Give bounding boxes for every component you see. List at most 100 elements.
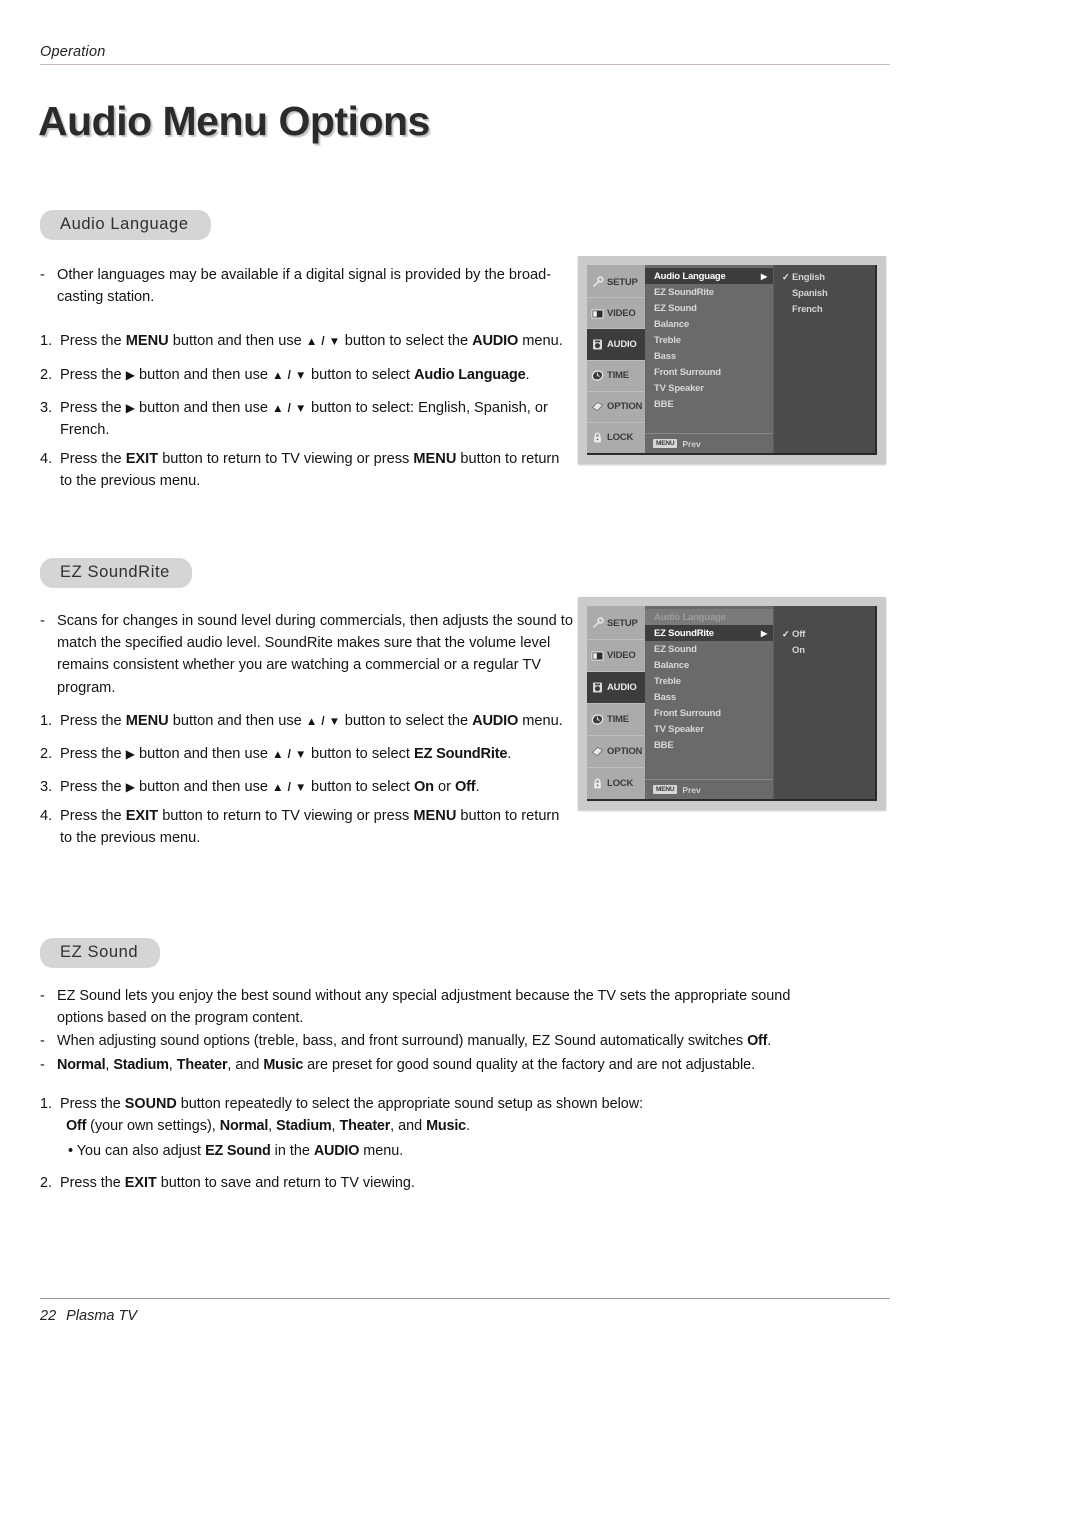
step-number: 4. — [40, 808, 53, 825]
right-arrow-icon: ▶ — [125, 780, 135, 795]
step-text-part: menu. — [518, 712, 563, 729]
osd-sidebar: SETUP VIDEO AUDIO TIME OPTION LOCK — [587, 265, 645, 453]
osd-sidebar-item-setup[interactable]: SETUP — [587, 267, 645, 299]
clock-icon — [591, 369, 604, 382]
step-1: 1. Press the MENU button and then use ▲ … — [40, 710, 575, 732]
osd-menu-item-tv-speaker[interactable]: TV Speaker — [645, 380, 773, 396]
osd-menu-item-ez-soundrite[interactable]: EZ SoundRite ▶ — [645, 625, 773, 641]
step-number: 2. — [40, 1175, 53, 1192]
section-heading-wrap: EZ SoundRite — [40, 558, 575, 588]
osd-sidebar-label: OPTION — [607, 746, 643, 757]
osd-option-label: Spanish — [792, 287, 828, 299]
osd-menu-item-treble[interactable]: Treble — [645, 673, 773, 689]
osd-sidebar-item-lock[interactable]: LOCK — [587, 423, 645, 453]
osd-menu-item-treble[interactable]: Treble — [645, 332, 773, 348]
right-arrow-icon: ▶ — [125, 746, 135, 761]
dash-item: - Other languages may be available if a … — [40, 264, 570, 308]
dash-marker: - — [40, 988, 45, 1004]
osd-option-french[interactable]: French — [782, 301, 875, 317]
osd-menu-item-label: TV Speaker — [654, 382, 704, 394]
step-text: Press the EXIT button to return to TV vi… — [60, 805, 575, 849]
step-text-part: , — [331, 1118, 340, 1135]
step-text-part: button and then use — [168, 712, 306, 729]
dash-item: - EZ Sound lets you enjoy the best sound… — [40, 986, 830, 1029]
osd-menu-item-label: Treble — [654, 675, 681, 687]
osd-menu-item-balance[interactable]: Balance — [645, 316, 773, 332]
osd-menu-item-bbe[interactable]: BBE — [645, 396, 773, 412]
osd-menu-footer: MENU Prev — [645, 433, 773, 453]
step-text: Press the SOUND button repeatedly to sel… — [60, 1094, 643, 1162]
step-text-part: button to select — [306, 779, 415, 796]
osd-menu-item-bass[interactable]: Bass — [645, 348, 773, 364]
step-number: 1. — [40, 1096, 53, 1113]
osd-sidebar-item-setup[interactable]: SETUP — [587, 608, 645, 640]
updown-arrows-icon: ▲ / ▼ — [272, 402, 307, 415]
osd-option-off[interactable]: ✓ Off — [782, 626, 875, 642]
osd-sidebar-item-video[interactable]: VIDEO — [587, 640, 645, 672]
section-body-ez-sound: - EZ Sound lets you enjoy the best sound… — [40, 986, 830, 1195]
dash-text: Normal, Stadium, Theater, and Music are … — [57, 1055, 755, 1077]
osd-sidebar-label: AUDIO — [607, 682, 637, 693]
step-text-part: button to save and return to TV viewing. — [156, 1175, 415, 1192]
section-ez-soundrite: EZ SoundRite - Scans for changes in soun… — [40, 558, 575, 850]
osd-menu-item-audio-language[interactable]: Audio Language ▶ — [645, 268, 773, 284]
step-text-part: Press the — [60, 745, 126, 762]
step-text-part: Press the — [60, 779, 126, 796]
step-text: Press the EXIT button to save and return… — [60, 1173, 415, 1195]
step-text-part: Press the — [60, 1175, 125, 1192]
osd-menu-item-bass[interactable]: Bass — [645, 689, 773, 705]
osd-options-panel: ✓ English Spanish French — [773, 265, 875, 453]
osd-menu-item-tv-speaker[interactable]: TV Speaker — [645, 721, 773, 737]
osd-option-spanish[interactable]: Spanish — [782, 285, 875, 301]
updown-arrows-icon: ▲ / ▼ — [305, 715, 341, 728]
section-heading-wrap: EZ Sound — [40, 938, 830, 968]
ez-sound-label: EZ Sound — [205, 1142, 271, 1159]
section-audio-language: Audio Language - Other languages may be … — [40, 210, 570, 492]
osd-menu-item-balance[interactable]: Balance — [645, 657, 773, 673]
menu-key: MENU — [125, 712, 169, 729]
dash-text: When adjusting sound options (treble, ba… — [57, 1031, 771, 1053]
osd-sidebar-item-lock[interactable]: LOCK — [587, 768, 645, 799]
section-body-audio-language: - Other languages may be available if a … — [40, 264, 570, 492]
step-text: Press the ▶ button and then use ▲ / ▼ bu… — [60, 397, 570, 441]
osd-option-english[interactable]: ✓ English — [782, 269, 875, 285]
osd-screenshot-audio-language: SETUP VIDEO AUDIO TIME OPTION LOCK Audio… — [578, 256, 886, 464]
osd-options-panel: ✓ Off On — [773, 606, 875, 799]
osd-sidebar-item-option[interactable]: OPTION — [587, 392, 645, 423]
osd-menu-item-ez-soundrite[interactable]: EZ SoundRite — [645, 284, 773, 300]
osd-menu-item-label: BBE — [654, 739, 674, 751]
osd-sidebar-label: LOCK — [607, 432, 634, 444]
section-heading-ez-soundrite: EZ SoundRite — [40, 558, 192, 588]
osd-menu-item-ez-sound[interactable]: EZ Sound — [645, 641, 773, 657]
page-number: 22 — [40, 1308, 57, 1324]
osd-menu-item-front-surround[interactable]: Front Surround — [645, 364, 773, 380]
option-off: Off — [747, 1033, 768, 1050]
osd-menu-item-bbe[interactable]: BBE — [645, 737, 773, 753]
osd-sidebar-item-audio[interactable]: AUDIO — [587, 672, 645, 704]
step-1: 1. Press the MENU button and then use ▲ … — [40, 330, 570, 352]
osd-sidebar-item-video[interactable]: VIDEO — [587, 298, 645, 330]
osd-sidebar-item-time[interactable]: TIME — [587, 361, 645, 392]
osd-menu-item-label: Balance — [654, 659, 690, 671]
osd-sidebar-item-option[interactable]: OPTION — [587, 736, 645, 768]
osd-menu-item-label: EZ Sound — [654, 302, 697, 314]
osd-menu-item-front-surround[interactable]: Front Surround — [645, 705, 773, 721]
osd-menu-item-label: Audio Language — [654, 270, 726, 282]
wrench-icon — [591, 617, 604, 630]
step-2: 2. Press the ▶ button and then use ▲ / ▼… — [40, 364, 570, 386]
step-number: 4. — [40, 451, 53, 468]
step-text-part: button to return to TV viewing or press — [158, 808, 414, 825]
tag-icon — [591, 400, 604, 413]
osd-option-on[interactable]: On — [782, 642, 875, 658]
preset-normal: Normal — [219, 1118, 269, 1135]
bullet-text-part: menu. — [359, 1142, 404, 1159]
osd-sidebar-item-time[interactable]: TIME — [587, 704, 645, 736]
osd-sidebar-item-audio[interactable]: AUDIO — [587, 329, 645, 361]
osd-sidebar-label: TIME — [607, 370, 629, 382]
osd-footer-label: Prev — [682, 438, 701, 449]
osd-menu-item-ez-sound[interactable]: EZ Sound — [645, 300, 773, 316]
step-text-part: . — [525, 366, 530, 383]
osd-menu-item-audio-language[interactable]: Audio Language — [645, 609, 773, 625]
preset-theater: Theater — [176, 1056, 228, 1073]
step-text-part: button to select the — [340, 333, 473, 350]
